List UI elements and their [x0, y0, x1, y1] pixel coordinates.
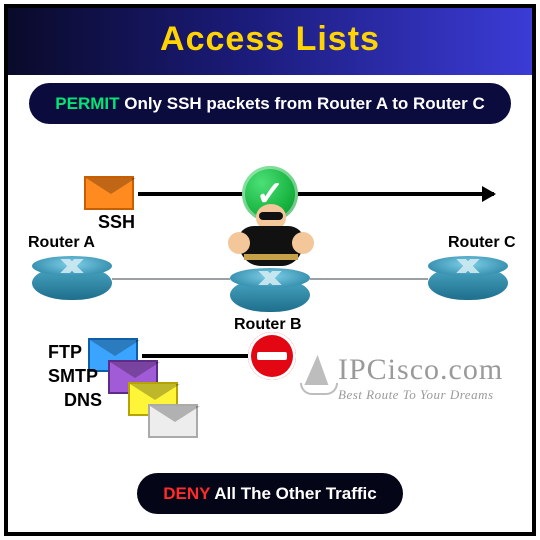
router-a-label: Router A — [28, 234, 95, 252]
link-b-c — [310, 278, 428, 280]
ftp-label: FTP — [48, 342, 82, 363]
router-c-icon — [428, 256, 508, 300]
diagram-stage: SSH ✓ Router A Router B Router C FTP — [8, 8, 532, 532]
brand-sail-icon — [300, 355, 334, 395]
router-b-icon — [230, 268, 310, 312]
smtp-label: SMTP — [48, 366, 98, 387]
link-a-b — [112, 278, 230, 280]
ssh-label: SSH — [98, 212, 135, 233]
deny-rule-pill: DENY All The Other Traffic — [137, 473, 403, 514]
dns-label: DNS — [64, 390, 102, 411]
ssh-packet-icon — [84, 176, 134, 210]
deny-rule-text: All The Other Traffic — [210, 484, 377, 503]
misc-packet-icon — [148, 404, 198, 438]
ssh-permit-arrow — [138, 192, 494, 196]
deny-arrow — [142, 354, 262, 358]
brand-name: IPCisco.com — [338, 353, 503, 387]
deny-keyword: DENY — [163, 484, 210, 503]
deny-no-entry-icon — [248, 332, 296, 380]
firewall-guard-icon — [226, 204, 316, 274]
brand-tagline: Best Route To Your Dreams — [338, 387, 503, 403]
brand-watermark: IPCisco.com Best Route To Your Dreams — [338, 353, 503, 403]
router-c-label: Router C — [448, 234, 516, 252]
router-a-icon — [32, 256, 112, 300]
